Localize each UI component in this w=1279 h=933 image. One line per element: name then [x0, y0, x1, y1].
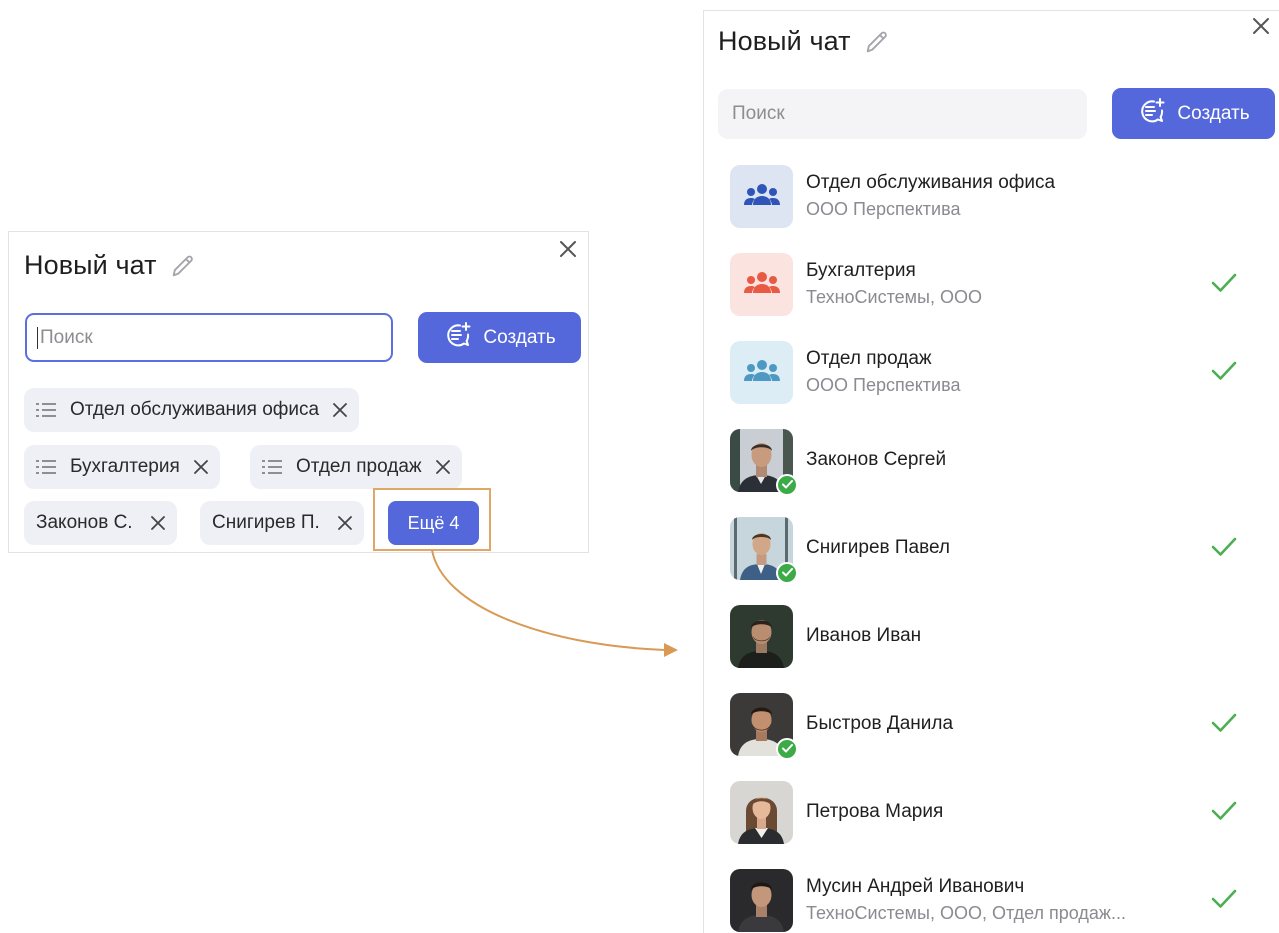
online-badge: [776, 473, 798, 496]
list-icon: [36, 402, 56, 418]
remove-chip-icon[interactable]: [150, 516, 165, 530]
list-item[interactable]: Петрова Мария: [730, 780, 1250, 844]
avatar: [730, 780, 793, 844]
item-name: Петрова Мария: [806, 801, 944, 822]
create-button-label: Создать: [1177, 102, 1250, 124]
selected-check-icon: [1210, 535, 1238, 564]
selected-check-icon: [1210, 887, 1238, 916]
search-placeholder: Поиск: [732, 103, 785, 124]
chip-person: Законов С.: [24, 501, 177, 545]
online-badge: [776, 561, 798, 584]
create-button[interactable]: Создать: [418, 312, 581, 363]
list-item[interactable]: Мусин Андрей Иванович ТехноСистемы, ООО,…: [730, 868, 1250, 932]
create-button[interactable]: Создать: [1112, 88, 1275, 139]
remove-chip-icon[interactable]: [435, 460, 450, 474]
search-input[interactable]: Поиск: [25, 313, 393, 362]
chip-label: Отдел обслуживания офиса: [70, 399, 320, 420]
avatar: [730, 868, 793, 932]
chip-group: Отдел обслуживания офиса: [24, 388, 360, 432]
selected-check-icon: [1210, 271, 1238, 300]
group-icon: [743, 184, 780, 205]
item-subtitle: ООО Перспектива: [806, 375, 961, 395]
panel-title: Новый чат: [718, 26, 851, 56]
close-icon[interactable]: [1250, 15, 1272, 37]
item-subtitle: ТехноСистемы, ООО: [806, 287, 982, 307]
search-placeholder: Поиск: [40, 326, 93, 348]
item-name: Отдел обслуживания офиса: [806, 172, 1056, 193]
selected-check-icon: [1210, 799, 1238, 828]
group-icon: [743, 360, 780, 381]
item-name: Иванов Иван: [806, 625, 922, 646]
chip-label: Отдел продаж: [296, 456, 422, 477]
person-photo: [730, 868, 793, 932]
edit-title-icon[interactable]: [863, 28, 891, 56]
new-chat-icon: [443, 320, 473, 356]
avatar: [730, 692, 798, 760]
title-row: Новый чат: [24, 250, 197, 281]
chip-label: Законов С.: [36, 512, 133, 533]
text-caret: [37, 326, 38, 349]
list-item[interactable]: Иванов Иван: [730, 604, 1250, 668]
item-name: Бухгалтерия: [806, 260, 916, 281]
list-item[interactable]: Отдел обслуживания офиса ООО Перспектива: [730, 164, 1250, 228]
create-button-label: Создать: [483, 326, 556, 348]
chip-group: Бухгалтерия: [24, 445, 220, 489]
avatar: [730, 428, 798, 496]
item-name: Отдел продаж: [806, 348, 932, 369]
item-name: Мусин Андрей Иванович: [806, 876, 1025, 897]
group-avatar: [730, 252, 793, 316]
list-icon: [36, 459, 56, 475]
online-badge: [776, 737, 798, 760]
list-item[interactable]: Бухгалтерия ТехноСистемы, ООО: [730, 252, 1250, 316]
list-item[interactable]: Законов Сергей: [730, 428, 1250, 496]
edit-title-icon[interactable]: [169, 252, 197, 280]
group-avatar: [730, 340, 793, 404]
list-item[interactable]: Быстров Данила: [730, 692, 1250, 760]
item-subtitle: ТехноСистемы, ООО, Отдел продаж...: [806, 903, 1126, 923]
item-name: Быстров Данила: [806, 713, 954, 734]
new-chat-panel-expanded: Новый чат Поиск Создать Отдел обслуживан…: [703, 10, 1279, 933]
selected-check-icon: [1210, 711, 1238, 740]
group-icon: [743, 272, 780, 293]
title-row: Новый чат: [718, 26, 891, 57]
remove-chip-icon[interactable]: [337, 516, 352, 530]
chip-label: Снигирев П.: [212, 512, 320, 533]
person-photo: [730, 780, 793, 844]
remove-chip-icon[interactable]: [333, 403, 348, 417]
list-item[interactable]: Отдел продаж ООО Перспектива: [730, 340, 1250, 404]
group-avatar: [730, 164, 793, 228]
list-icon: [262, 459, 282, 475]
list-item[interactable]: Снигирев Павел: [730, 516, 1250, 584]
remove-chip-icon[interactable]: [193, 460, 208, 474]
connector-arrow-icon: [431, 549, 678, 657]
item-subtitle: ООО Перспектива: [806, 199, 961, 219]
search-input[interactable]: Поиск: [718, 89, 1087, 139]
close-icon[interactable]: [557, 238, 579, 260]
chip-person: Снигирев П.: [200, 501, 364, 545]
new-chat-icon: [1137, 96, 1167, 132]
person-photo: [730, 604, 793, 668]
item-name: Законов Сергей: [806, 449, 947, 470]
avatar: [730, 604, 793, 668]
chip-group: Отдел продаж: [250, 445, 462, 489]
avatar: [730, 516, 798, 584]
item-name: Снигирев Павел: [806, 537, 951, 558]
panel-title: Новый чат: [24, 250, 157, 280]
selected-check-icon: [1210, 359, 1238, 388]
new-chat-panel-compact: Новый чат Поиск Создать Отдел обслуживан…: [8, 231, 589, 553]
chip-label: Бухгалтерия: [70, 456, 180, 477]
highlight-frame: [373, 488, 491, 551]
